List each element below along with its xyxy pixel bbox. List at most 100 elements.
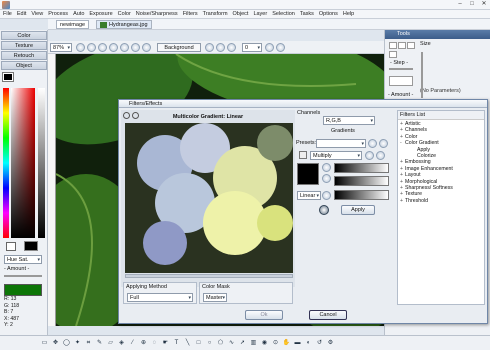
step-slider[interactable] [389,68,413,70]
layer-name-field[interactable]: Background [157,42,201,52]
menu-filters[interactable]: Filters [183,11,198,17]
layer-props-icon[interactable] [227,42,236,52]
wand-icon[interactable]: ✦ [73,339,82,348]
ellipse-icon[interactable]: ○ [205,339,214,348]
apply-button[interactable]: Apply [341,205,375,215]
zoom-select[interactable]: 87% [50,42,72,52]
menu-view[interactable]: View [31,11,43,17]
redeye-icon[interactable]: ◉ [260,339,269,348]
menu-color[interactable]: Color [118,11,131,17]
color-picker-icon[interactable]: ◐ [304,339,313,348]
cancel-button[interactable]: Cancel [309,310,347,320]
reverse-icon[interactable] [299,151,307,159]
crop-icon[interactable]: ⌗ [84,339,93,348]
eraser-icon[interactable]: ▱ [106,339,115,348]
tab-object[interactable]: Object [1,61,47,70]
menu-exposure[interactable]: Exposure [89,11,112,17]
color-pick-icon[interactable] [365,151,374,160]
polygon-icon[interactable]: ⬠ [216,339,225,348]
eyedropper-icon[interactable]: ⁄ [128,339,137,348]
close-icon[interactable]: ✕ [478,0,490,9]
smudge-icon[interactable]: ☛ [161,339,170,348]
brush-icon[interactable] [398,42,406,49]
size-slider[interactable] [421,52,423,98]
gradient-type-select[interactable]: Linear [297,191,321,200]
doc-tab-hydrangeas[interactable]: Hydrangeas.jpg [96,20,152,29]
color-mask-select[interactable]: Master [203,293,227,302]
lasso-icon[interactable]: ◯ [62,339,71,348]
clone-icon[interactable]: ⊕ [139,339,148,348]
rectangle-icon[interactable]: □ [194,339,203,348]
layer-visibility-icon[interactable] [205,42,214,52]
menu-file[interactable]: File [3,11,12,17]
filter-item[interactable]: + Threshold [400,198,482,204]
target-icon[interactable] [319,205,329,215]
opacity-select[interactable]: 0 [242,42,262,52]
preview-scrollbar[interactable] [125,274,293,278]
blend-mode-select[interactable]: Multiply [310,151,362,160]
save-preset-icon[interactable] [368,139,377,148]
tab-retouch[interactable]: Retouch [1,51,47,60]
menu-process[interactable]: Process [48,11,68,17]
load-preset-icon[interactable] [379,139,388,148]
menu-edit[interactable]: Edit [17,11,26,17]
layer-delete-icon[interactable] [276,42,285,52]
ruler-icon[interactable]: ▬ [293,339,302,348]
select-rect-icon[interactable]: ▭ [40,339,49,348]
brush-icon[interactable] [389,42,397,49]
hand-tool-icon[interactable]: ✋ [282,339,291,348]
history-icon[interactable]: ↺ [315,339,324,348]
move-icon[interactable]: ✥ [51,339,60,348]
text-icon[interactable]: T [172,339,181,348]
rotate-icon[interactable] [131,42,140,52]
minimize-icon[interactable]: – [454,0,466,9]
color-reset-icon[interactable] [376,151,385,160]
tab-texture[interactable]: Texture [1,41,47,50]
swap-colors-icon[interactable] [6,242,16,251]
zoom-in-icon[interactable] [76,42,85,52]
gradient-tool-icon[interactable]: ▥ [249,339,258,348]
gradient-bar-2[interactable] [334,176,389,186]
menu-selection[interactable]: Selection [272,11,295,17]
curve-icon[interactable]: ∿ [227,339,236,348]
fit-icon[interactable] [98,42,107,52]
settings-icon[interactable]: ⚙ [326,339,335,348]
gradient-bar-1[interactable] [334,163,389,173]
layer-add-icon[interactable] [265,42,274,52]
menu-transform[interactable]: Transform [203,11,228,17]
gradient-up-icon[interactable] [322,163,331,172]
luminance-strip[interactable] [38,88,45,238]
menu-layer[interactable]: Layer [253,11,267,17]
color-mode-select[interactable]: Hue Sat. [4,255,42,264]
brush-icon[interactable] [389,50,397,58]
brush-icon[interactable] [407,42,415,49]
layer-lock-icon[interactable] [216,42,225,52]
amount-slider[interactable] [4,275,42,277]
menu-auto[interactable]: Auto [73,11,84,17]
background-swatch[interactable] [24,241,38,251]
maximize-icon[interactable]: □ [466,0,478,9]
doc-tab-newimage[interactable]: newimage [56,20,90,29]
actual-size-icon[interactable] [109,42,118,52]
gradient-bar-3[interactable] [334,190,389,200]
hand-icon[interactable] [120,42,129,52]
menu-noisesharpness[interactable]: Noise/Sharpness [136,11,178,17]
zoom-out-icon[interactable] [87,42,96,52]
menu-tasks[interactable]: Tasks [300,11,314,17]
brush-tool-icon[interactable]: ✎ [95,339,104,348]
line-icon[interactable]: ╲ [183,339,192,348]
fill-icon[interactable]: ◈ [117,339,126,348]
ok-button[interactable]: Ok [245,310,283,320]
hue-strip[interactable] [3,88,9,238]
foreground-swatch[interactable] [2,72,14,82]
gradient-options-icon[interactable] [322,191,331,200]
menu-help[interactable]: Help [343,11,354,17]
menu-object[interactable]: Object [233,11,249,17]
color-picker-area[interactable] [11,88,35,238]
channels-select[interactable]: R,G,B [323,116,375,125]
blur-icon[interactable]: ◌ [150,339,159,348]
tab-color[interactable]: Color [1,31,47,40]
zoom-tool-icon[interactable]: ⊙ [271,339,280,348]
arrow-icon[interactable]: ➚ [238,339,247,348]
menu-options[interactable]: Options [319,11,338,17]
